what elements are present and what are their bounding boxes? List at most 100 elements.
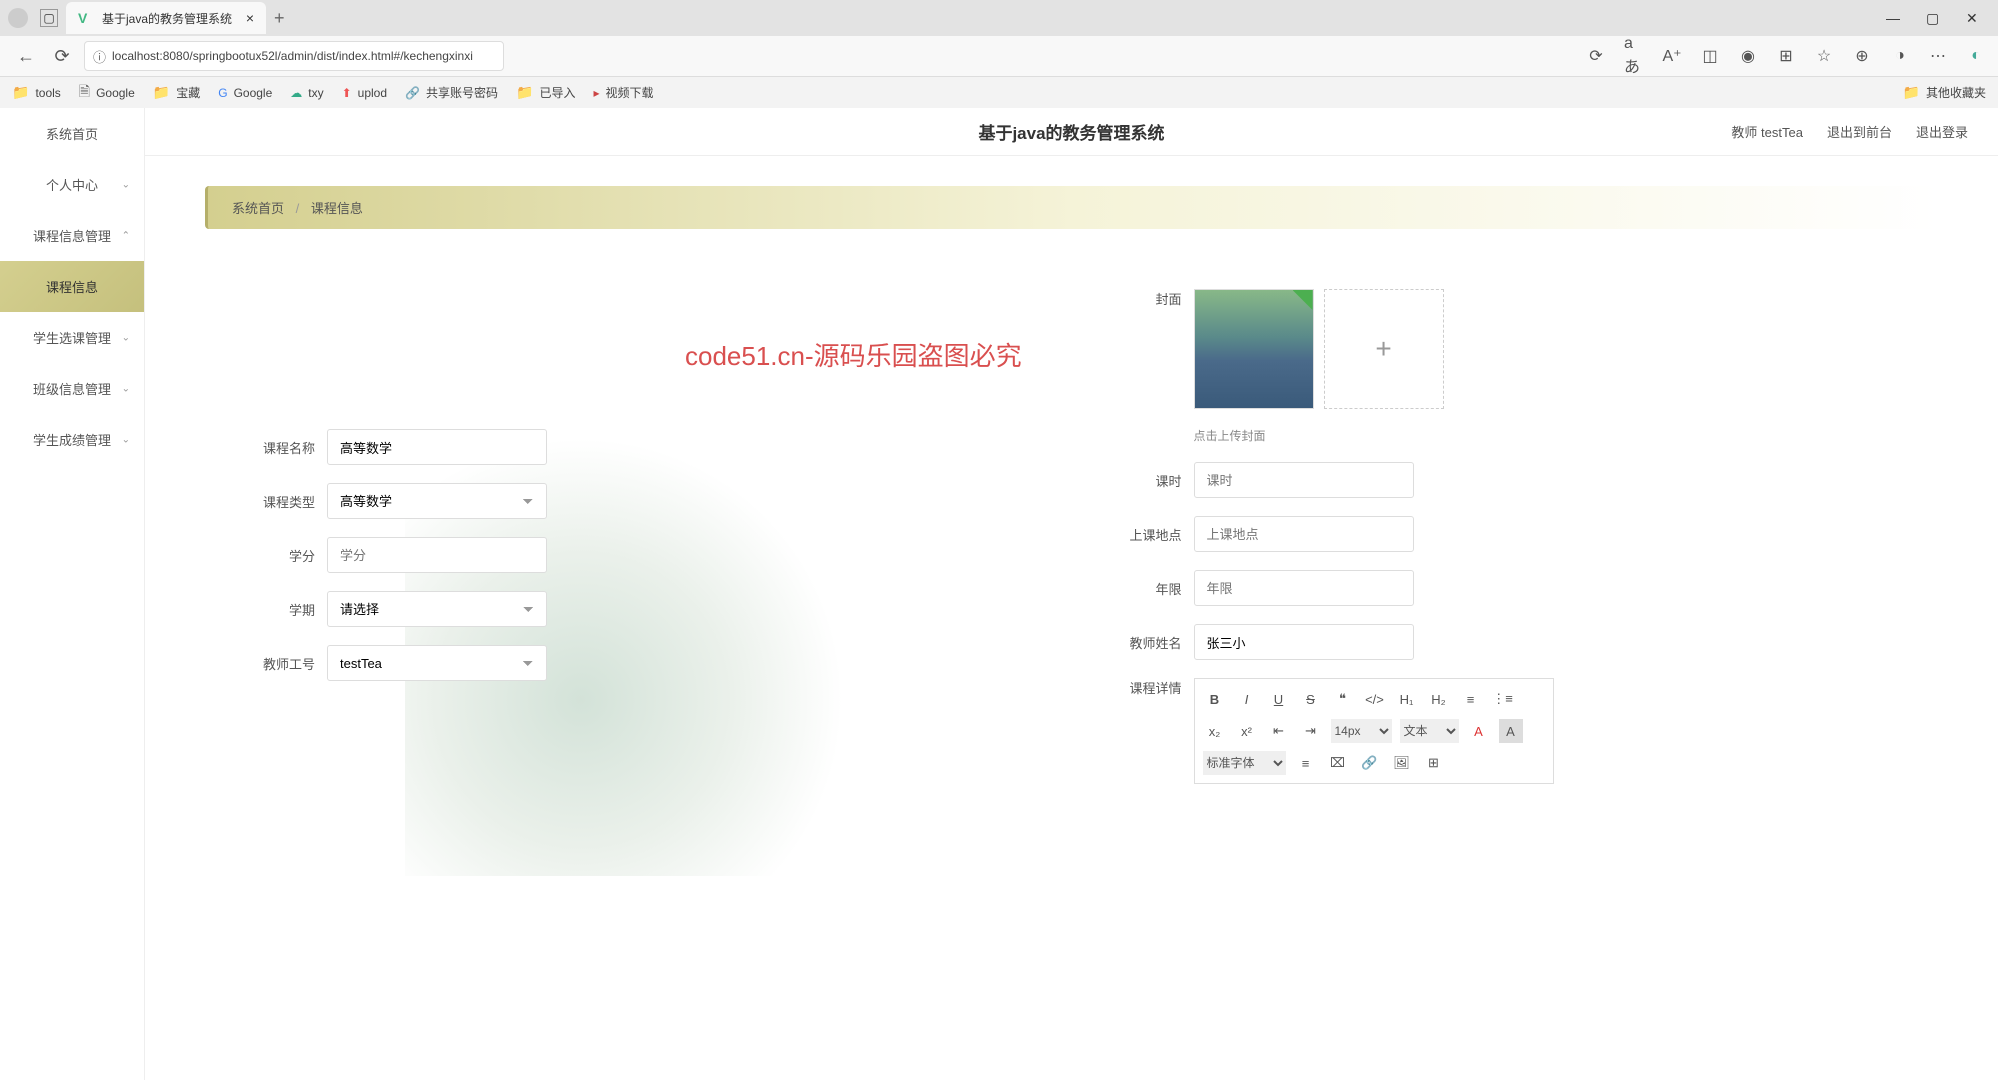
editor-h2-icon[interactable]: H₂	[1427, 687, 1451, 711]
chevron-down-icon: ⌄	[122, 332, 130, 343]
bookmark-imported[interactable]: 📁已导入	[516, 84, 575, 101]
rich-editor-toolbar: B I U S ❝ </> H₁ H₂ ≡ ⋮≡ x₂ x² ⇤	[1194, 678, 1554, 784]
content-area: 系统首页 / 课程信息 code51.cn-源码乐园盗图必究 课程名称 课程类型	[145, 156, 1998, 1080]
editor-fontfamily-select[interactable]: 标准字体	[1203, 751, 1286, 775]
editor-italic-icon[interactable]: I	[1235, 687, 1259, 711]
main-content: 基于java的教务管理系统 教师 testTea 退出到前台 退出登录 系统首页…	[145, 108, 1998, 1080]
refresh-button[interactable]: ⟳	[48, 42, 76, 70]
teacher-id-select[interactable]: testTea	[327, 645, 547, 681]
browser-tab[interactable]: V 基于java的教务管理系统 ×	[66, 2, 266, 34]
toolbar-icon-extension2[interactable]: ◑	[1890, 46, 1910, 66]
editor-sup-icon[interactable]: x²	[1235, 719, 1259, 743]
course-name-label: 课程名称	[245, 438, 315, 457]
sidebar-item-grades[interactable]: 学生成绩管理⌄	[0, 414, 144, 465]
tab-title: 基于java的教务管理系统	[102, 10, 232, 27]
toolbar-icon-reader[interactable]: ◫	[1700, 46, 1720, 66]
toolbar-icon-favorites[interactable]: ☆	[1814, 46, 1834, 66]
grade-input[interactable]	[1194, 570, 1414, 606]
address-bar[interactable]: ⓘ localhost:8080/springbootux52l/admin/d…	[84, 41, 504, 71]
tab-close-icon[interactable]: ×	[246, 10, 254, 26]
location-input[interactable]	[1194, 516, 1414, 552]
browser-profile-avatar[interactable]	[8, 8, 28, 28]
editor-sub-icon[interactable]: x₂	[1203, 719, 1227, 743]
cover-label: 封面	[1112, 289, 1182, 308]
user-info[interactable]: 教师 testTea	[1731, 122, 1803, 141]
bookmark-tools[interactable]: 📁tools	[12, 84, 61, 101]
hours-label: 课时	[1112, 471, 1182, 490]
editor-fontsize-select[interactable]: 14px	[1331, 719, 1392, 743]
credit-input[interactable]	[327, 537, 547, 573]
breadcrumb-separator: /	[296, 201, 300, 216]
editor-color-icon[interactable]: A	[1467, 719, 1491, 743]
toolbar-icon-more[interactable]: ⋯	[1928, 46, 1948, 66]
editor-image-icon[interactable]: 🖼	[1390, 751, 1414, 775]
editor-align-icon[interactable]: ≡	[1294, 751, 1318, 775]
logout-link[interactable]: 退出登录	[1916, 122, 1968, 141]
upload-cover-button[interactable]	[1324, 289, 1444, 409]
bookmark-google2[interactable]: GGoogle	[218, 86, 272, 100]
bookmark-google[interactable]: 🗎Google	[79, 81, 135, 105]
credit-label: 学分	[245, 546, 315, 565]
bookmark-share[interactable]: 🔗共享账号密码	[405, 84, 498, 101]
form-right-col: 封面 点击上传封面 课时 上课地点 年限	[1112, 289, 1899, 802]
semester-label: 学期	[245, 600, 315, 619]
teacher-name-input[interactable]	[1194, 624, 1414, 660]
editor-h1-icon[interactable]: H₁	[1395, 687, 1419, 711]
tab-overview-icon[interactable]: ▢	[40, 9, 58, 27]
editor-underline-icon[interactable]: U	[1267, 687, 1291, 711]
teacher-name-label: 教师姓名	[1112, 633, 1182, 652]
editor-link-icon[interactable]: 🔗	[1358, 751, 1382, 775]
close-window-icon[interactable]: ✕	[1966, 10, 1982, 26]
sidebar-item-course-info[interactable]: 课程信息	[0, 261, 144, 312]
bookmark-video[interactable]: ▸视频下载	[593, 84, 653, 101]
bookmarks-bar: 📁tools 🗎Google 📁宝藏 GGoogle ☁txy ⬆uplod 🔗…	[0, 76, 1998, 108]
toolbar-icon-extension1[interactable]: ◉	[1738, 46, 1758, 66]
maximize-icon[interactable]: ▢	[1926, 10, 1942, 26]
bookmark-txy[interactable]: ☁txy	[290, 86, 323, 100]
new-tab-button[interactable]: +	[274, 8, 285, 29]
editor-strike-icon[interactable]: S	[1299, 687, 1323, 711]
sidebar-item-selection[interactable]: 学生选课管理⌄	[0, 312, 144, 363]
toolbar-icon-hub[interactable]: ⊕	[1852, 46, 1872, 66]
semester-select[interactable]: 请选择	[327, 591, 547, 627]
exit-front-link[interactable]: 退出到前台	[1827, 122, 1892, 141]
address-bar-row: ← ⟳ ⓘ localhost:8080/springbootux52l/adm…	[0, 36, 1998, 76]
editor-table-icon[interactable]: ⊞	[1422, 751, 1446, 775]
breadcrumb: 系统首页 / 课程信息	[205, 186, 1938, 229]
sidebar-item-personal[interactable]: 个人中心⌄	[0, 159, 144, 210]
editor-bgcolor-icon[interactable]: A	[1499, 719, 1523, 743]
hours-input[interactable]	[1194, 462, 1414, 498]
course-type-select[interactable]: 高等数学	[327, 483, 547, 519]
bookmark-baozang[interactable]: 📁宝藏	[153, 84, 200, 101]
sidebar-item-home[interactable]: 系统首页	[0, 108, 144, 159]
toolbar-icon-zoom[interactable]: A⁺	[1662, 46, 1682, 66]
bookmark-uplod[interactable]: ⬆uplod	[342, 86, 387, 100]
editor-indent-right-icon[interactable]: ⇥	[1299, 719, 1323, 743]
toolbar-icon-1[interactable]: ⟳	[1586, 46, 1606, 66]
editor-quote-icon[interactable]: ❝	[1331, 687, 1355, 711]
sidebar-item-course-mgmt[interactable]: 课程信息管理⌃	[0, 210, 144, 261]
toolbar-icon-collections[interactable]: ⊞	[1776, 46, 1796, 66]
editor-ul-icon[interactable]: ⋮≡	[1491, 687, 1515, 711]
bookmark-other[interactable]: 📁其他收藏夹	[1903, 84, 1986, 101]
editor-indent-left-icon[interactable]: ⇤	[1267, 719, 1291, 743]
editor-bold-icon[interactable]: B	[1203, 687, 1227, 711]
chevron-down-icon: ⌄	[122, 434, 130, 445]
minimize-icon[interactable]: —	[1886, 10, 1902, 26]
back-button[interactable]: ←	[12, 42, 40, 70]
editor-code-icon[interactable]: </>	[1363, 687, 1387, 711]
breadcrumb-home[interactable]: 系统首页	[232, 201, 284, 216]
breadcrumb-current: 课程信息	[311, 201, 363, 216]
site-info-icon[interactable]: ⓘ	[93, 47, 106, 66]
toolbar-icon-copilot[interactable]: ◐	[1966, 46, 1986, 66]
editor-ol-icon[interactable]: ≡	[1459, 687, 1483, 711]
app-root: 系统首页 个人中心⌄ 课程信息管理⌃ 课程信息 学生选课管理⌄ 班级信息管理⌄ …	[0, 108, 1998, 1080]
tab-favicon: V	[78, 10, 94, 26]
editor-clear-icon[interactable]: ⌧	[1326, 751, 1350, 775]
toolbar-icon-translate[interactable]: aあ	[1624, 46, 1644, 66]
editor-text-select[interactable]: 文本	[1400, 719, 1459, 743]
cover-thumbnail[interactable]	[1194, 289, 1314, 409]
teacher-id-label: 教师工号	[245, 654, 315, 673]
course-name-input[interactable]	[327, 429, 547, 465]
sidebar-item-class[interactable]: 班级信息管理⌄	[0, 363, 144, 414]
